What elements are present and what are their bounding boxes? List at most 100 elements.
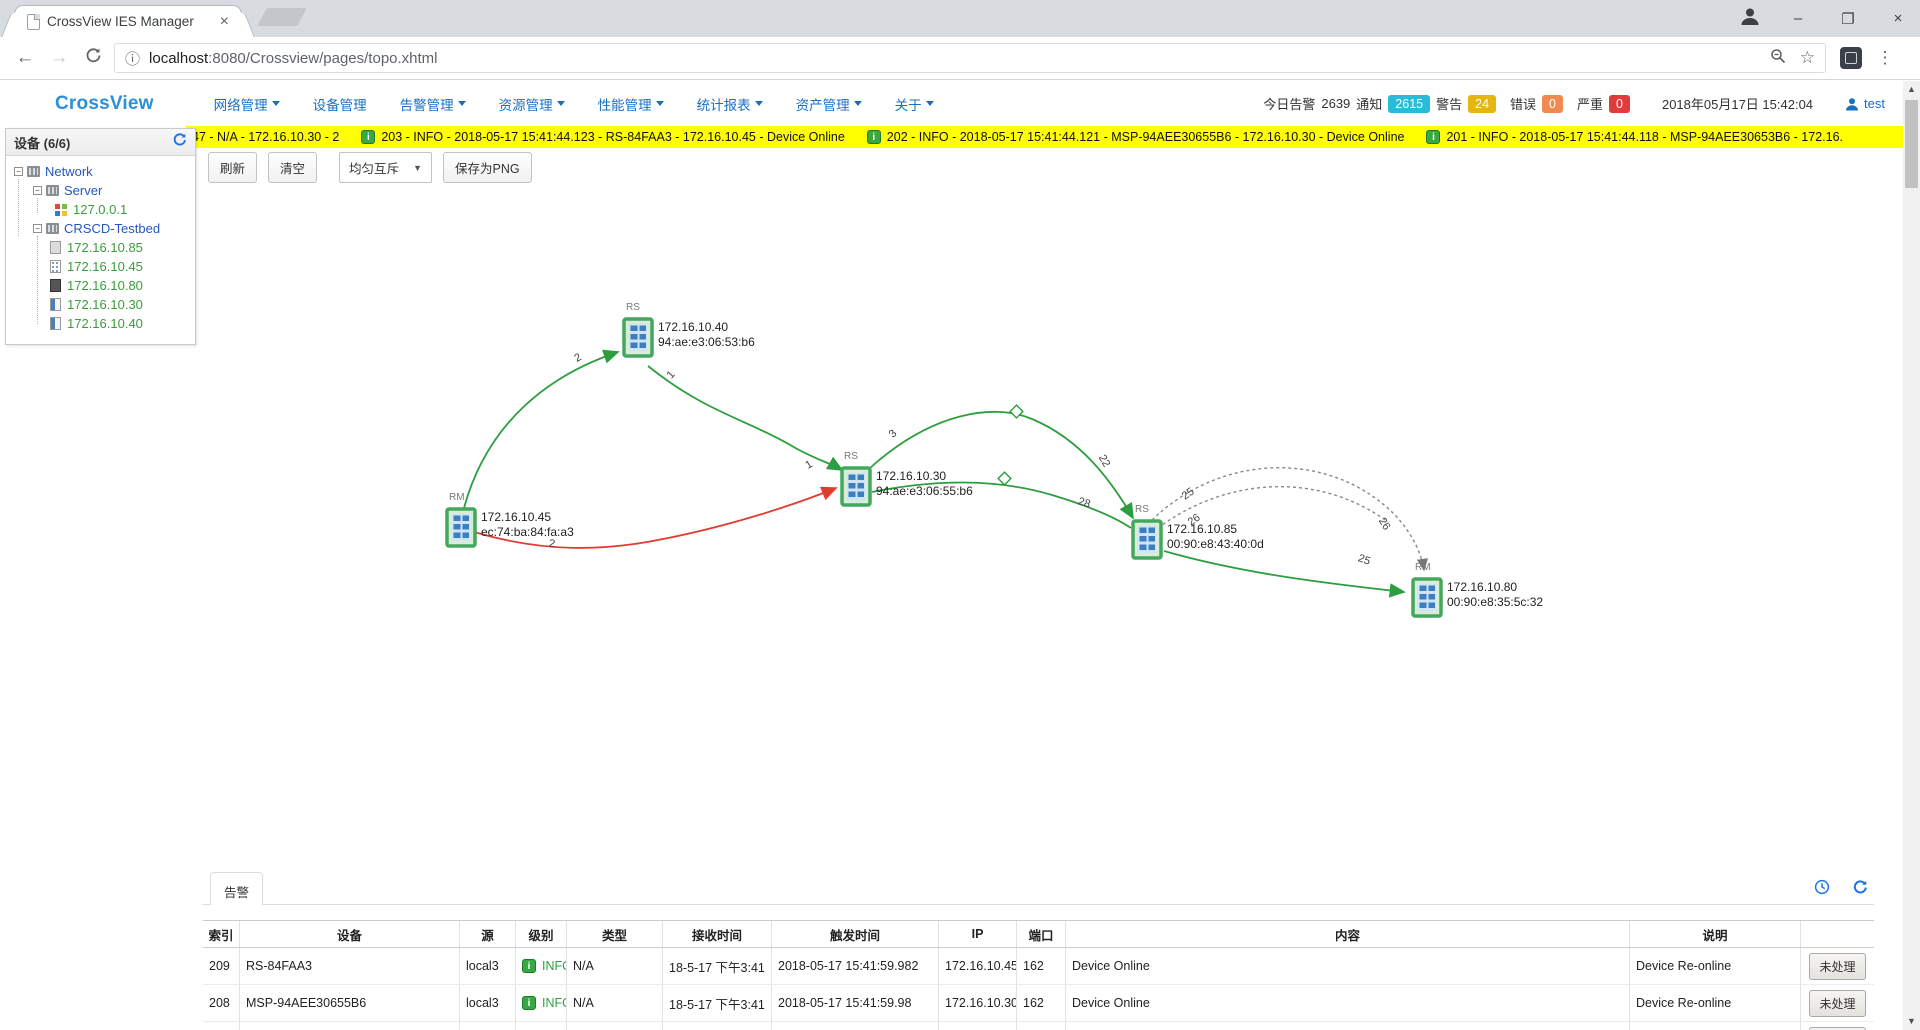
windows-host-icon bbox=[55, 204, 67, 216]
col-source: 源 bbox=[460, 921, 516, 947]
alarm-ticker: 47 - N/A - 172.16.10.30 - 2 i203 - INFO … bbox=[186, 126, 1903, 148]
maximize-icon[interactable]: ❐ bbox=[1836, 10, 1860, 28]
unhandled-button[interactable]: 未处理 bbox=[1809, 953, 1865, 980]
menu-network-mgmt[interactable]: 网络管理 bbox=[214, 94, 280, 114]
tree-item-server[interactable]: −Server bbox=[6, 181, 195, 200]
critical-count-badge[interactable]: 0 bbox=[1609, 95, 1630, 113]
browser-tab[interactable]: CrossView IES Manager × bbox=[14, 5, 242, 37]
menu-resource-mgmt[interactable]: 资源管理 bbox=[499, 94, 565, 114]
alarm-refresh-icon[interactable] bbox=[1852, 879, 1868, 900]
col-note: 说明 bbox=[1630, 921, 1801, 947]
ticker-item[interactable]: 47 - N/A - 172.16.10.30 - 2 bbox=[192, 130, 339, 144]
topo-node-172-16-10-80[interactable]: RM 172.16.10.8000:90:e8:35:5c:32 bbox=[1411, 577, 1443, 623]
site-info-icon[interactable]: ⓘ bbox=[125, 48, 140, 69]
device-panel-header: 设备 (6/6) bbox=[6, 129, 195, 156]
save-png-button[interactable]: 保存为PNG bbox=[443, 152, 532, 183]
menu-alarm-mgmt[interactable]: 告警管理 bbox=[400, 94, 466, 114]
caret-down-icon bbox=[656, 101, 664, 106]
new-tab-button[interactable] bbox=[257, 8, 307, 26]
user-menu[interactable]: test bbox=[1845, 96, 1885, 111]
warning-count-badge[interactable]: 24 bbox=[1468, 95, 1496, 113]
unhandled-button[interactable]: 未处理 bbox=[1809, 990, 1865, 1017]
node-ip: 172.16.10.80 bbox=[1447, 580, 1543, 595]
node-mac: 00:90:e8:35:5c:32 bbox=[1447, 595, 1543, 610]
page-scrollbar[interactable]: ▲ ▼ bbox=[1903, 81, 1920, 1030]
error-label: 错误 bbox=[1510, 94, 1536, 113]
notice-count-badge[interactable]: 2615 bbox=[1388, 95, 1430, 113]
tab-alarm[interactable]: 告警 bbox=[210, 872, 263, 905]
url-bar[interactable]: ⓘ localhost:8080/Crossview/pages/topo.xh… bbox=[114, 43, 1826, 73]
browser-addressbar: ← → ⓘ localhost:8080/Crossview/pages/top… bbox=[0, 37, 1920, 80]
tree-item-172-16-10-80[interactable]: 172.16.10.80 bbox=[6, 276, 195, 295]
tree-item-172-16-10-40[interactable]: 172.16.10.40 bbox=[6, 314, 195, 333]
error-count-badge[interactable]: 0 bbox=[1542, 95, 1563, 113]
switch-icon bbox=[1411, 577, 1443, 618]
menu-asset-mgmt[interactable]: 资产管理 bbox=[796, 94, 862, 114]
back-icon[interactable]: ← bbox=[8, 47, 42, 69]
app-navbar: CrossView 网络管理 设备管理 告警管理 资源管理 性能管理 统计报表 … bbox=[0, 81, 1903, 126]
alarm-table-header: 索引 设备 源 级别 类型 接收时间 触发时间 IP 端口 内容 说明 bbox=[203, 921, 1874, 948]
tree-item-172-16-10-30[interactable]: 172.16.10.30 bbox=[6, 295, 195, 314]
tree-item-crscd-testbed[interactable]: −CRSCD-Testbed bbox=[6, 219, 195, 238]
tree-item-network[interactable]: −Network bbox=[6, 162, 195, 181]
topo-node-172-16-10-85[interactable]: RS 172.16.10.8500:90:e8:43:40:0d bbox=[1131, 519, 1163, 565]
tree-item-172-16-10-85[interactable]: 172.16.10.85 bbox=[6, 238, 195, 257]
edge-diamond-marker bbox=[998, 472, 1011, 485]
history-clock-icon[interactable] bbox=[1814, 879, 1830, 900]
col-action bbox=[1801, 921, 1874, 947]
caret-down-icon bbox=[458, 101, 466, 106]
scrollbar-thumb[interactable] bbox=[1905, 100, 1918, 188]
caret-down-icon bbox=[272, 101, 280, 106]
switch-icon bbox=[445, 507, 477, 548]
tree-item-127-0-0-1[interactable]: 127.0.0.1 bbox=[6, 200, 195, 219]
topo-node-172-16-10-40[interactable]: RS 172.16.10.4094:ae:e3:06:53:b6 bbox=[622, 317, 654, 363]
app-logo[interactable]: CrossView bbox=[55, 93, 154, 115]
browser-avatar-badge[interactable] bbox=[1840, 47, 1862, 69]
forward-icon: → bbox=[42, 47, 76, 69]
edge-label: 1 bbox=[665, 369, 678, 382]
menu-device-mgmt[interactable]: 设备管理 bbox=[313, 94, 367, 114]
device-tree: −Network −Server 127.0.0.1 −CRSCD-Testbe… bbox=[6, 162, 195, 333]
menu-statistics[interactable]: 统计报表 bbox=[697, 94, 763, 114]
ticker-item[interactable]: i202 - INFO - 2018-05-17 15:41:44.121 - … bbox=[867, 130, 1405, 144]
scroll-down-icon[interactable]: ▼ bbox=[1903, 1013, 1920, 1030]
ticker-item[interactable]: i203 - INFO - 2018-05-17 15:41:44.123 - … bbox=[361, 130, 844, 144]
close-icon[interactable]: × bbox=[1886, 10, 1910, 27]
reload-icon[interactable] bbox=[76, 47, 110, 70]
alarm-row: 207 MSP-94AEE30653B6 local3 iINFO N/A 18… bbox=[203, 1022, 1874, 1030]
col-type: 类型 bbox=[567, 921, 663, 947]
edge-label: 2 bbox=[572, 351, 583, 364]
edge-label: 26 bbox=[1376, 516, 1393, 533]
info-level-icon: i bbox=[522, 996, 536, 1010]
alarm-row: 208 MSP-94AEE30655B6 local3 iINFO N/A 18… bbox=[203, 985, 1874, 1022]
col-received: 接收时间 bbox=[663, 921, 772, 947]
topo-node-172-16-10-45[interactable]: RM 172.16.10.45ec:74:ba:84:fa:a3 bbox=[445, 507, 477, 553]
menu-about[interactable]: 关于 bbox=[895, 94, 934, 114]
menu-performance-mgmt[interactable]: 性能管理 bbox=[598, 94, 664, 114]
browser-profile-icon[interactable] bbox=[1740, 6, 1760, 31]
bookmark-star-icon[interactable]: ☆ bbox=[1800, 48, 1815, 68]
edge-label: 3 bbox=[887, 428, 900, 441]
alarm-table: 索引 设备 源 级别 类型 接收时间 触发时间 IP 端口 内容 说明 209 … bbox=[203, 920, 1874, 1030]
refresh-button[interactable]: 刷新 bbox=[208, 152, 257, 183]
edge-label: 25 bbox=[1356, 552, 1372, 567]
browser-menu-icon[interactable]: ⋮ bbox=[1876, 48, 1894, 68]
unhandled-button[interactable]: 未处理 bbox=[1809, 1027, 1865, 1030]
col-index: 索引 bbox=[203, 921, 240, 947]
clear-button[interactable]: 清空 bbox=[268, 152, 317, 183]
zoom-icon[interactable] bbox=[1770, 48, 1786, 69]
screen: CrossView IES Manager × – ❐ × ← → ⓘ loca… bbox=[0, 0, 1920, 1030]
scroll-up-icon[interactable]: ▲ bbox=[1903, 81, 1920, 98]
topo-node-172-16-10-30[interactable]: RS 172.16.10.3094:ae:e3:06:55:b6 bbox=[840, 466, 872, 512]
tab-close-icon[interactable]: × bbox=[216, 13, 233, 31]
alarm-row: 209 RS-84FAA3 local3 iINFO N/A 18-5-17 下… bbox=[203, 948, 1874, 985]
alarm-summary: 今日告警 2639 通知 2615 警告 24 错误 0 严重 0 2018年0… bbox=[1263, 94, 1885, 113]
collapse-icon[interactable]: − bbox=[33, 224, 42, 233]
layout-select[interactable]: 均匀互斥▼ bbox=[339, 152, 432, 183]
tree-item-172-16-10-45[interactable]: 172.16.10.45 bbox=[6, 257, 195, 276]
ticker-item[interactable]: i201 - INFO - 2018-05-17 15:41:44.118 - … bbox=[1426, 130, 1843, 144]
minimize-icon[interactable]: – bbox=[1786, 10, 1810, 27]
collapse-icon[interactable]: − bbox=[33, 186, 42, 195]
collapse-icon[interactable]: − bbox=[14, 167, 23, 176]
tree-refresh-icon[interactable] bbox=[172, 132, 187, 152]
